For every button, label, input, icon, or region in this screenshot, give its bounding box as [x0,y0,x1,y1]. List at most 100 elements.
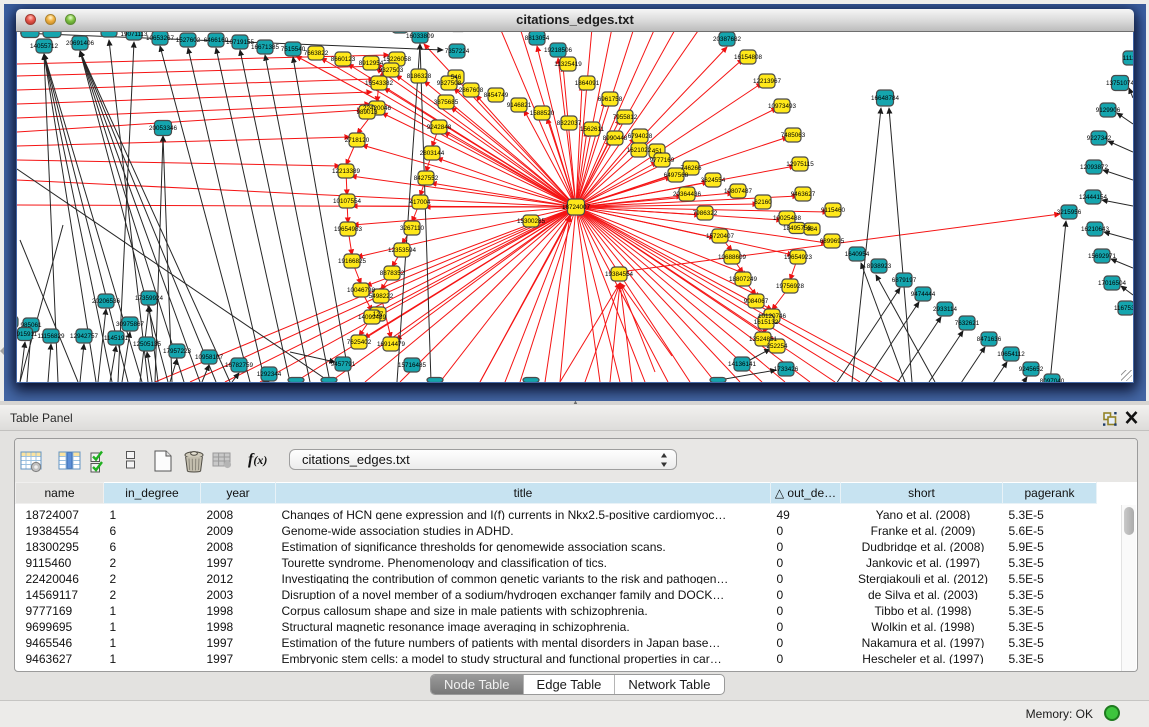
svg-text:3875685: 3875685 [434,99,459,106]
svg-text:17016504: 17016504 [1098,280,1127,287]
svg-text:16033809: 16033809 [406,33,435,40]
svg-text:15300285: 15300285 [517,218,546,225]
svg-text:16154808: 16154808 [734,54,763,61]
svg-text:8912954: 8912954 [359,60,384,67]
svg-text:9245652: 9245652 [1019,366,1044,373]
svg-text:984: 984 [807,226,818,233]
svg-text:16782759: 16782759 [225,362,254,369]
svg-text:746266: 746266 [680,165,702,172]
svg-text:8813054: 8813054 [525,35,550,42]
svg-text:10025488: 10025488 [773,215,802,222]
svg-text:3624554: 3624554 [701,177,726,184]
svg-text:1640954: 1640954 [845,251,870,258]
svg-text:1864091: 1864091 [575,80,600,87]
svg-text:15720407: 15720407 [706,233,735,240]
svg-text:7986322: 7986322 [693,210,718,217]
svg-text:19654983: 19654983 [334,226,363,233]
svg-text:9327508: 9327508 [437,80,462,87]
svg-text:8471636: 8471636 [977,336,1002,343]
svg-text:10807487: 10807487 [724,188,753,195]
svg-text:6899695: 6899695 [820,238,845,245]
svg-text:8990448: 8990448 [603,135,628,142]
svg-text:10958107: 10958107 [195,354,224,361]
svg-text:9457791: 9457791 [331,361,356,368]
svg-text:1527602: 1527602 [176,37,201,44]
svg-text:11325419: 11325419 [554,61,582,68]
svg-text:20691406: 20691406 [66,40,95,47]
svg-text:451: 451 [652,148,663,155]
svg-text:9474444: 9474444 [911,291,936,298]
svg-text:8186328: 8186328 [407,73,432,80]
svg-text:16671385: 16671385 [251,44,280,51]
svg-text:15716485: 15716485 [398,362,427,369]
svg-text:6879197: 6879197 [892,277,917,284]
svg-text:7357224: 7357224 [445,48,470,55]
svg-text:9084067: 9084067 [744,298,769,305]
svg-text:8322037: 8322037 [557,120,582,127]
svg-text:2933114: 2933114 [933,306,958,313]
svg-text:7515540: 7515540 [281,46,306,53]
svg-text:1588520: 1588520 [530,110,555,117]
svg-text:16648784: 16648784 [871,95,900,102]
svg-text:989013: 989013 [356,109,378,116]
svg-text:20364436: 20364436 [673,191,702,198]
svg-text:16543382: 16543382 [365,80,394,87]
svg-text:9129906: 9129906 [1096,107,1121,114]
svg-text:19756928: 19756928 [776,283,805,290]
svg-text:20206536: 20206536 [92,298,121,305]
svg-text:13751074: 13751074 [1106,80,1133,87]
svg-text:3215956: 3215956 [1057,209,1082,216]
svg-text:12444154: 12444154 [1079,194,1108,201]
svg-text:11156829: 11156829 [37,333,65,340]
svg-text:20387682: 20387682 [713,36,742,43]
svg-text:7663822: 7663822 [304,50,329,57]
svg-text:19218506: 19218506 [544,47,573,54]
svg-text:12093872: 12093872 [1080,164,1109,171]
svg-text:16914479: 16914479 [377,341,406,348]
svg-text:1145191: 1145191 [104,335,129,342]
svg-text:12975115: 12975115 [786,161,814,168]
svg-text:14136141: 14136141 [728,361,757,368]
svg-text:7625402: 7625402 [347,339,372,346]
svg-text:2867608: 2867608 [459,87,484,94]
svg-text:14055712: 14055712 [30,43,59,50]
svg-text:1733426: 1733426 [774,366,799,373]
svg-text:12353594: 12353594 [388,247,417,254]
svg-text:252254: 252254 [766,343,788,350]
svg-text:9115460: 9115460 [821,207,846,214]
svg-text:10107554: 10107554 [333,198,362,205]
svg-text:15692971: 15692971 [1088,253,1117,260]
svg-text:9327503: 9327503 [379,67,404,74]
svg-text:9227342: 9227342 [1087,135,1112,142]
svg-text:62160: 62160 [754,199,772,206]
svg-text:8097040: 8097040 [1040,378,1065,382]
svg-text:19384554: 19384554 [605,271,634,278]
svg-text:13524851: 13524851 [749,336,778,343]
svg-text:30975867: 30975867 [116,321,145,328]
svg-text:1621022: 1621022 [627,147,652,154]
svg-text:417004: 417004 [409,199,431,206]
svg-text:6794028: 6794028 [628,133,653,140]
svg-text:8427552: 8427552 [414,175,439,182]
svg-text:14099489: 14099489 [358,314,387,321]
svg-text:12213967: 12213967 [753,78,782,85]
svg-text:2718120: 2718120 [345,137,370,144]
svg-text:17359924: 17359924 [135,295,164,302]
svg-text:2803144: 2803144 [420,150,445,157]
svg-text:8660123: 8660123 [331,56,356,63]
svg-text:8878352: 8878352 [380,270,405,277]
svg-text:7632621: 7632621 [955,320,980,327]
svg-text:11123: 11123 [1123,55,1133,62]
svg-text:8454749: 8454749 [484,92,509,99]
svg-text:5498222: 5498222 [369,293,394,300]
svg-text:1615132: 1615132 [754,319,779,326]
svg-text:16210643: 16210643 [1081,226,1110,233]
svg-text:10688609: 10688609 [718,254,747,261]
svg-text:9242848: 9242848 [427,124,452,131]
svg-text:1562611: 1562611 [580,126,605,133]
svg-text:19654923: 19654923 [784,254,813,261]
svg-text:3915911: 3915911 [17,331,38,338]
svg-text:10654112: 10654112 [997,351,1025,358]
svg-text:17957223: 17957223 [163,348,192,355]
svg-text:3267110: 3267110 [400,225,425,232]
